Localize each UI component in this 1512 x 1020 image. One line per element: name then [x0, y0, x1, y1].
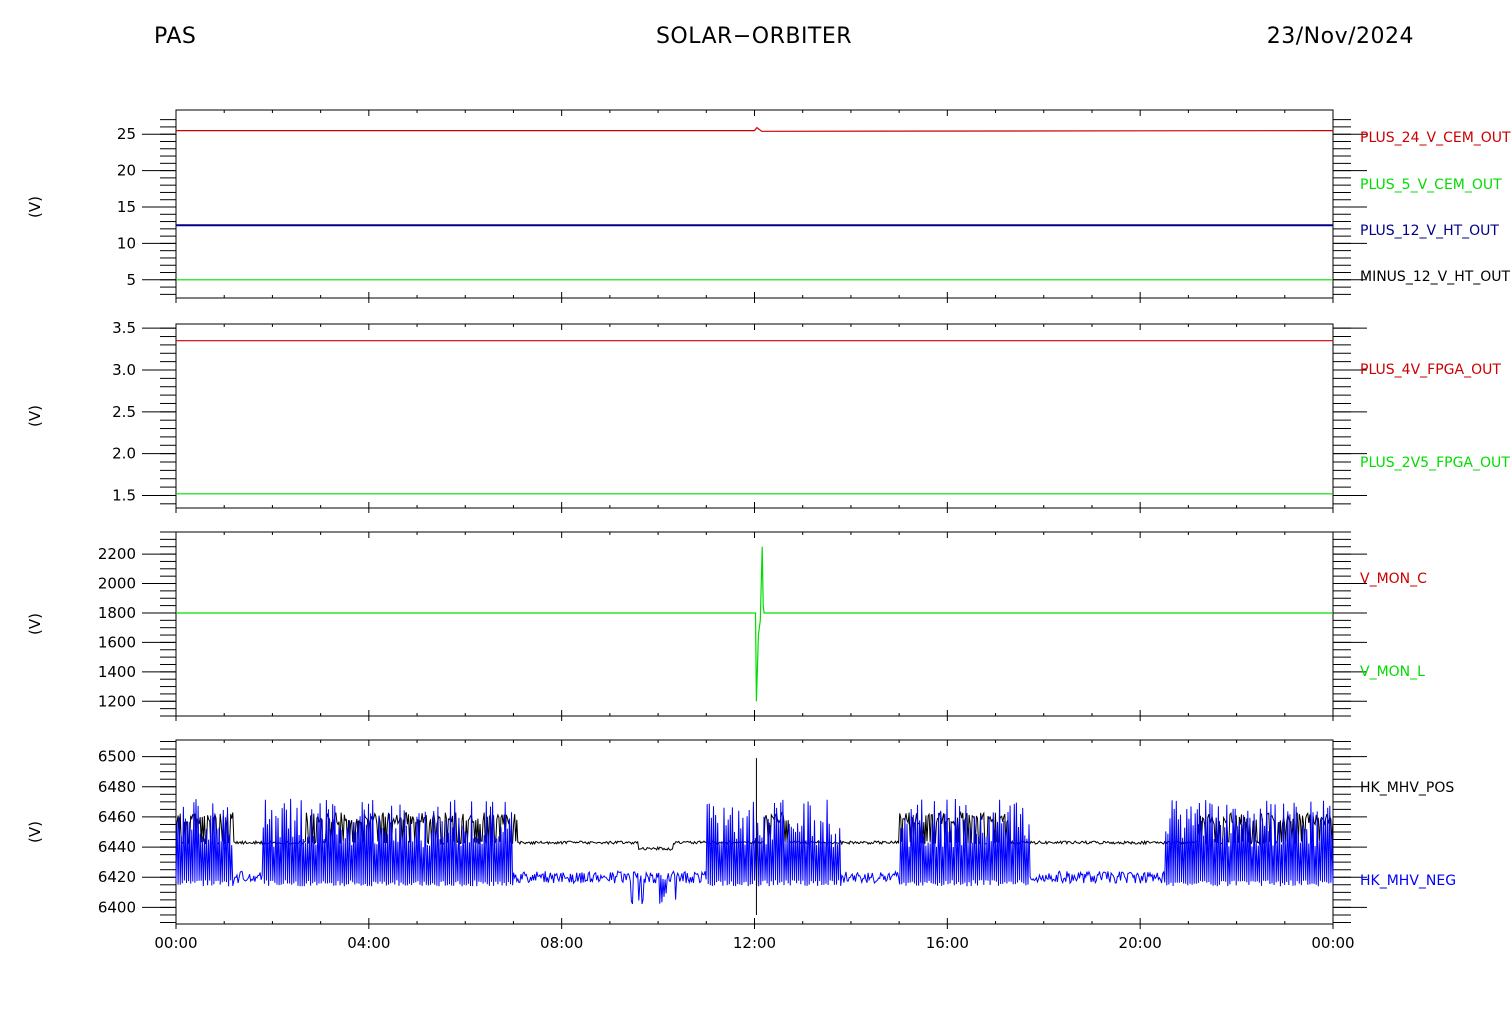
y-tick-label: 6420 [98, 868, 136, 886]
panel-cem-ht-voltages: 5 10 15 20 25 (V) PLUS_24_V_CEM_OUT PLUS_5_V_CE… [26, 109, 1511, 303]
y-axis-label: (V) [26, 613, 44, 635]
series-line-plus_24_v_cem_out [176, 126, 1334, 132]
y-tick-label: 2.0 [112, 445, 136, 463]
legend-hk_mhv_neg: HK_MHV_NEG [1360, 873, 1456, 889]
housekeeping-voltage-plots: 5 10 15 20 25 (V) PLUS_24_V_CEM_OUT PLUS_5_V_CE… [26, 109, 1511, 952]
y-tick-label: 1800 [98, 604, 136, 622]
y-axis-label: (V) [26, 196, 44, 218]
time-axis: 00:00 04:00 08:00 12:00 16:00 20:00 00:00 [154, 934, 1354, 952]
x-tick-label: 00:00 [1311, 934, 1354, 952]
legend-v_mon_c: V_MON_C [1360, 571, 1427, 587]
x-tick-label: 08:00 [540, 934, 583, 952]
y-tick-label: 2200 [98, 545, 136, 563]
panel-vmon-voltages: 1200 1400 1600 1800 2000 2200 (V) V_MON_C V_MON_… [26, 531, 1427, 721]
y-tick-label: 1200 [98, 692, 136, 710]
y-axis-label: (V) [26, 821, 44, 843]
series-line-hk_mhv_neg [175, 798, 1334, 905]
panel-frame [175, 323, 1334, 509]
y-tick-label: 3.0 [112, 361, 136, 379]
x-tick-label: 04:00 [347, 934, 390, 952]
x-tick-label: 20:00 [1119, 934, 1162, 952]
y-tick-label: 6500 [98, 748, 136, 766]
panel-mhv-voltages: 6400 6420 6440 6460 6480 6500 (V) HK_MHV_POS HK_… [26, 739, 1456, 929]
x-tick-label: 12:00 [733, 934, 776, 952]
series-line-v_mon_l [176, 546, 1333, 702]
y-tick-label: 1400 [98, 663, 136, 681]
y-tick-label: 5 [126, 271, 136, 289]
y-tick-label: 6400 [98, 898, 136, 916]
x-tick-label: 16:00 [926, 934, 969, 952]
legend-minus_12_v_ht_out: MINUS_12_V_HT_OUT [1360, 269, 1511, 285]
y-tick-label: 6440 [98, 838, 136, 856]
legend-plus_24_v_cem_out: PLUS_24_V_CEM_OUT [1360, 130, 1511, 146]
legend-plus_2v5_fpga_out: PLUS_2V5_FPGA_OUT [1360, 455, 1510, 471]
panel-frame [175, 531, 1334, 717]
panel-fpga-voltages: 1.5 2.0 2.5 3.0 3.5 (V) PLUS_4V_FPGA_OUT PLUS_2… [26, 319, 1510, 513]
y-tick-label: 15 [117, 198, 136, 216]
y-tick-label: 6480 [98, 778, 136, 796]
legend-hk_mhv_pos: HK_MHV_POS [1360, 780, 1454, 796]
y-tick-label: 6460 [98, 808, 136, 826]
legend-v_mon_l: V_MON_L [1360, 664, 1425, 680]
y-axis-label: (V) [26, 405, 44, 427]
legend-plus_5_v_cem_out: PLUS_5_V_CEM_OUT [1360, 177, 1502, 193]
y-tick-label: 25 [117, 125, 136, 143]
y-tick-label: 10 [117, 234, 136, 252]
y-tick-label: 2.5 [112, 403, 136, 421]
panel-frame [175, 109, 1334, 299]
y-tick-label: 2000 [98, 575, 136, 593]
y-tick-label: 20 [117, 162, 136, 180]
y-tick-label: 3.5 [112, 319, 136, 337]
legend-plus_4v_fpga_out: PLUS_4V_FPGA_OUT [1360, 362, 1501, 378]
y-tick-label: 1.5 [112, 486, 136, 504]
legend-plus_12_v_ht_out: PLUS_12_V_HT_OUT [1360, 223, 1499, 239]
y-tick-label: 1600 [98, 633, 136, 651]
x-tick-label: 00:00 [154, 934, 197, 952]
